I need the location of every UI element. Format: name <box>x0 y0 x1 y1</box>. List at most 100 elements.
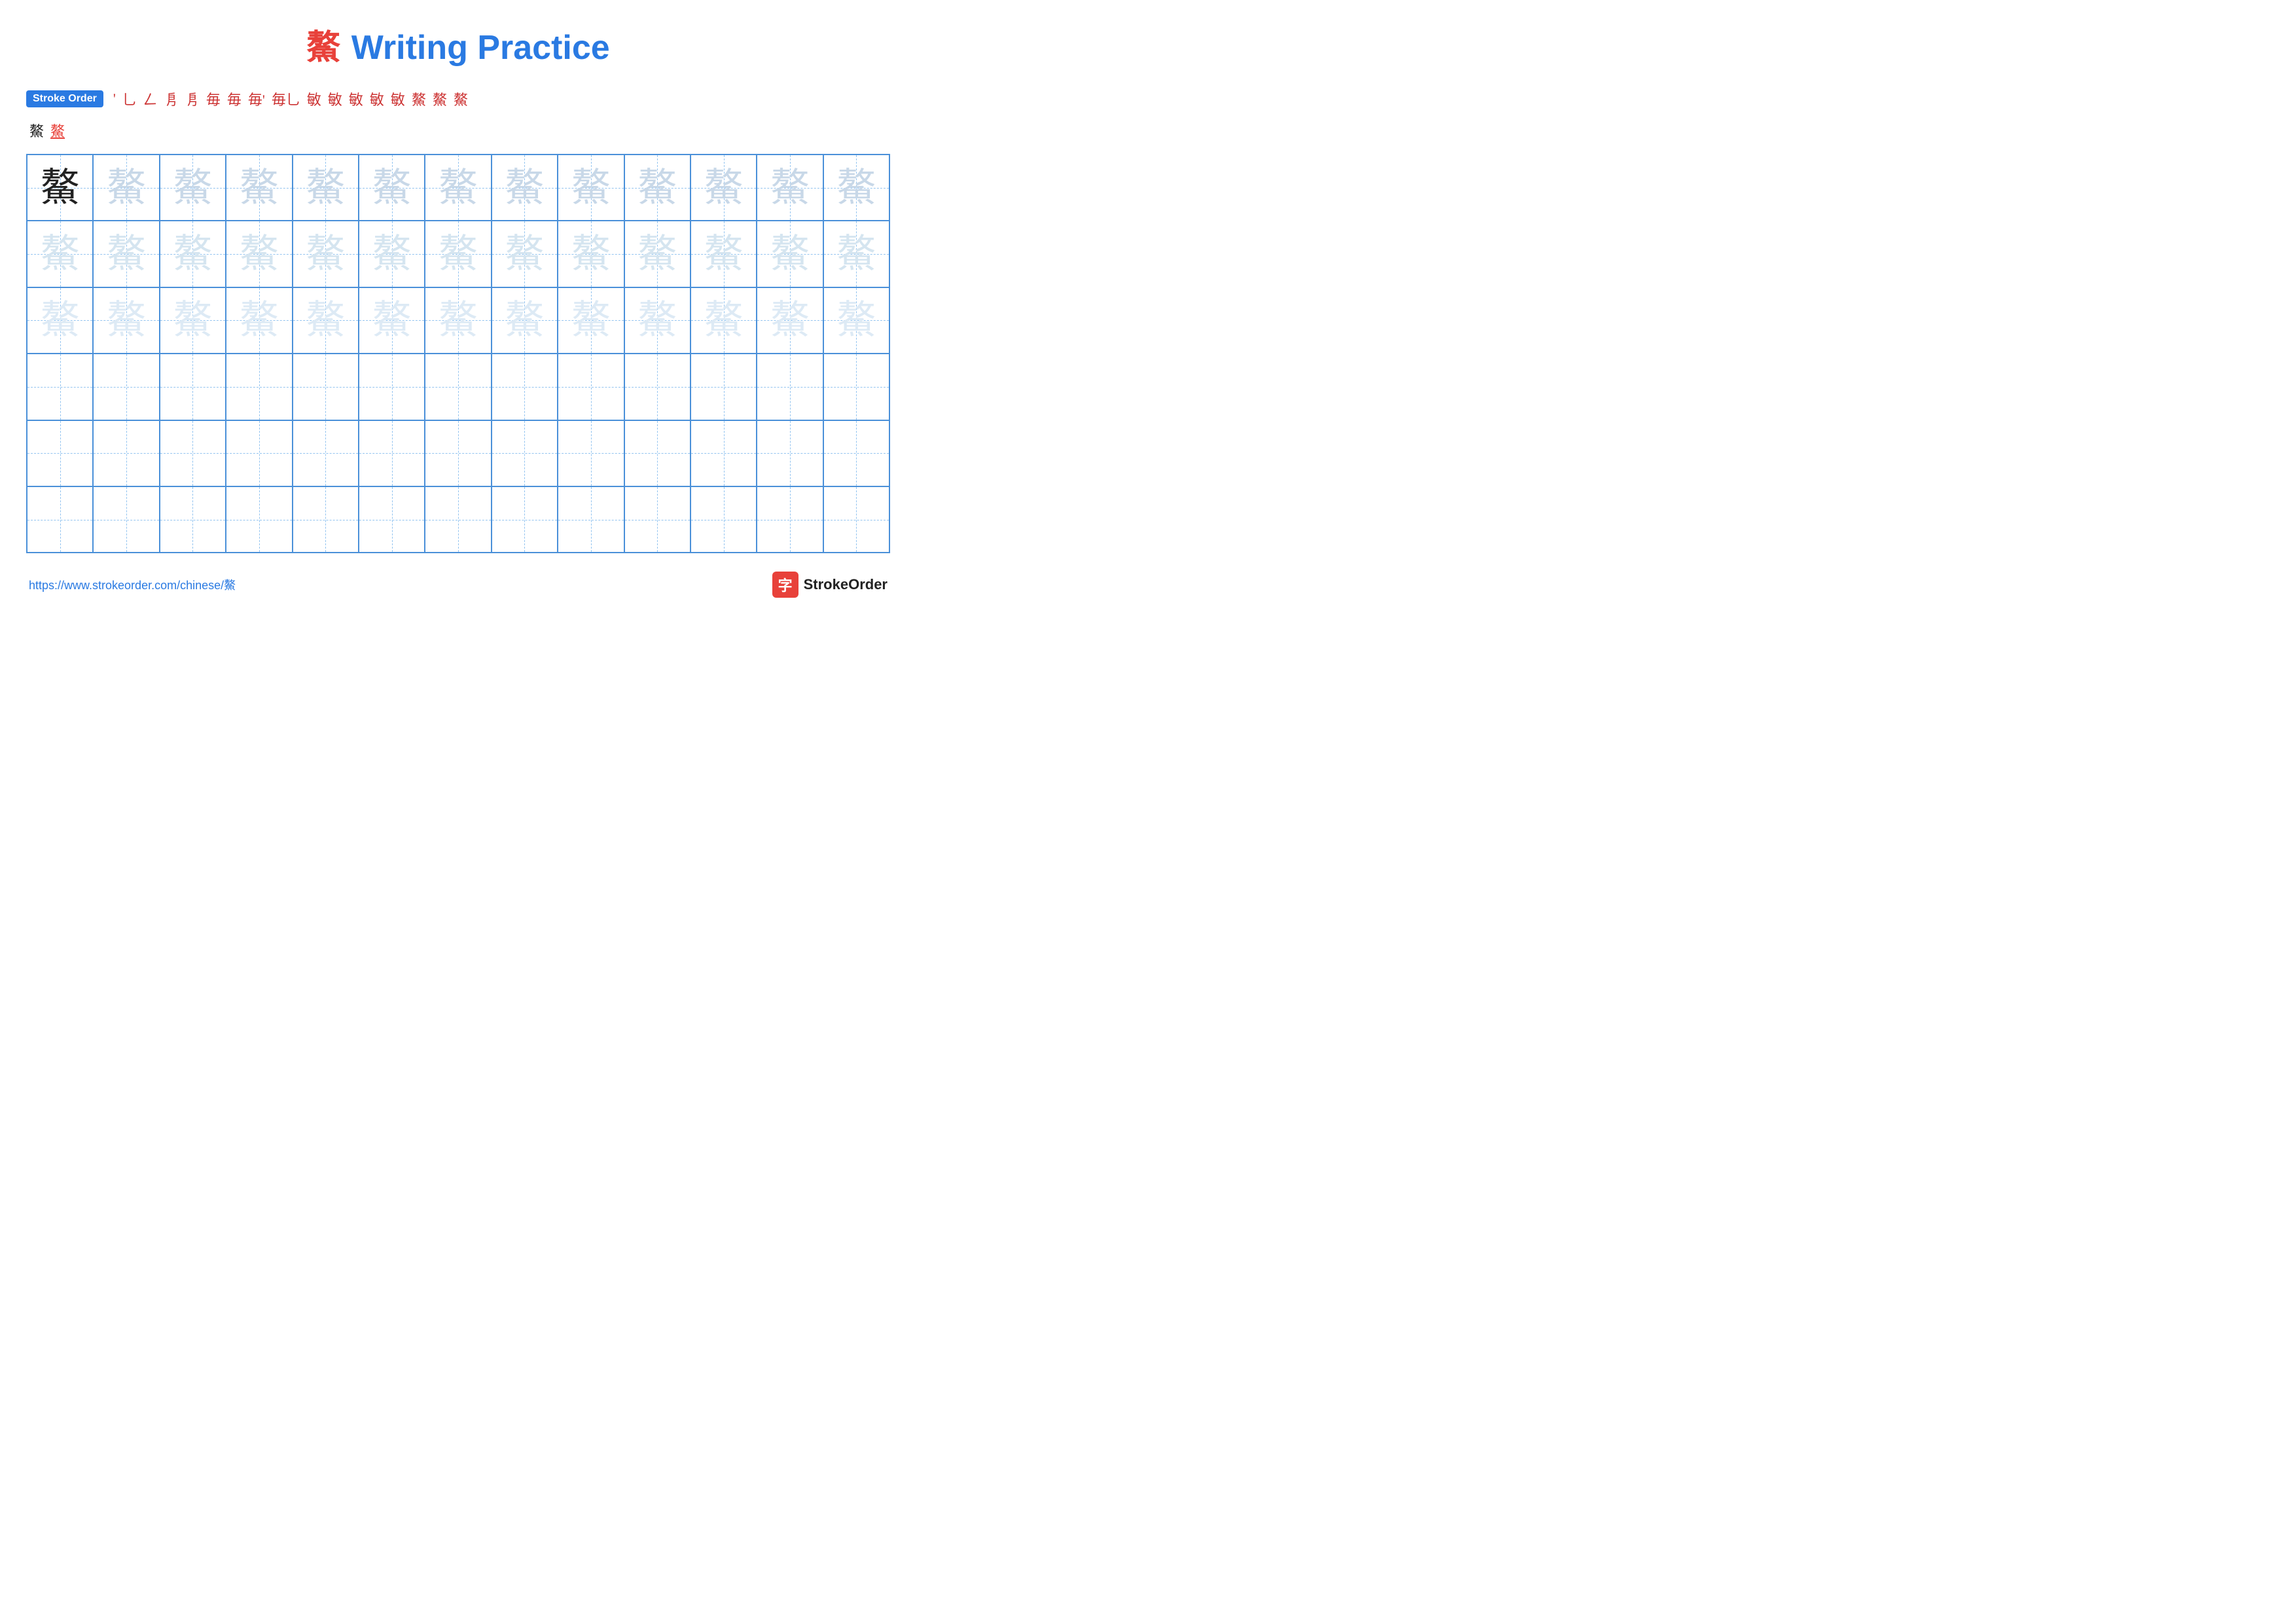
grid-cell-r5c5[interactable] <box>293 420 359 486</box>
grid-cell-r5c10[interactable] <box>624 420 691 486</box>
grid-cell-r6c4[interactable] <box>226 486 292 553</box>
grid-cell-r3c10: 鰲 <box>624 287 691 354</box>
footer-logo-icon: 字 <box>772 572 798 598</box>
grid-cell-r4c10[interactable] <box>624 354 691 420</box>
grid-cell-r6c5[interactable] <box>293 486 359 553</box>
grid-cell-r5c8[interactable] <box>492 420 558 486</box>
grid-cell-r1c13: 鰲 <box>823 155 889 221</box>
grid-cell-r2c11: 鰲 <box>691 221 757 287</box>
stroke-step-17: 鰲 <box>454 88 468 109</box>
grid-cell-r2c7: 鰲 <box>425 221 491 287</box>
grid-cell-r3c11: 鰲 <box>691 287 757 354</box>
grid-cell-r5c4[interactable] <box>226 420 292 486</box>
stroke-step-11: 敏 <box>328 88 342 109</box>
grid-cell-r6c2[interactable] <box>93 486 159 553</box>
grid-cell-r1c6: 鰲 <box>359 155 425 221</box>
grid-cell-r4c3[interactable] <box>160 354 226 420</box>
grid-cell-r3c5: 鰲 <box>293 287 359 354</box>
grid-cell-r5c13[interactable] <box>823 420 889 486</box>
grid-cell-r4c2[interactable] <box>93 354 159 420</box>
stroke-step-8: 毎' <box>248 88 265 109</box>
grid-cell-r6c3[interactable] <box>160 486 226 553</box>
grid-cell-r2c13: 鰲 <box>823 221 889 287</box>
stroke-step-10: 敏 <box>307 88 321 109</box>
stroke-step-16: 鰲 <box>433 88 447 109</box>
grid-cell-r6c6[interactable] <box>359 486 425 553</box>
grid-cell-r6c1[interactable] <box>27 486 93 553</box>
stroke-order-row1: Stroke Order ' ⺃ 𠃋 㐆 㐆 毎 毎 毎' 毎⺃ 敏 敏 敏 敏… <box>26 84 890 113</box>
stroke-step-18: 鰲 <box>29 120 44 141</box>
stroke-step-19: 鰲 <box>50 120 65 141</box>
grid-cell-r1c8: 鰲 <box>492 155 558 221</box>
grid-cell-r3c2: 鰲 <box>93 287 159 354</box>
grid-cell-r1c5: 鰲 <box>293 155 359 221</box>
grid-cell-r4c9[interactable] <box>558 354 624 420</box>
grid-cell-r6c13[interactable] <box>823 486 889 553</box>
stroke-step-4: 㐆 <box>164 88 179 109</box>
grid-cell-r6c8[interactable] <box>492 486 558 553</box>
grid-cell-r2c6: 鰲 <box>359 221 425 287</box>
grid-cell-r4c8[interactable] <box>492 354 558 420</box>
stroke-step-13: 敏 <box>370 88 384 109</box>
grid-cell-r5c7[interactable] <box>425 420 491 486</box>
stroke-step-7: 毎 <box>227 88 242 109</box>
grid-cell-r4c1[interactable] <box>27 354 93 420</box>
grid-cell-r6c9[interactable] <box>558 486 624 553</box>
grid-cell-r1c11: 鰲 <box>691 155 757 221</box>
grid-cell-r1c2: 鰲 <box>93 155 159 221</box>
grid-cell-r4c11[interactable] <box>691 354 757 420</box>
stroke-step-9: 毎⺃ <box>272 88 300 109</box>
grid-cell-r5c2[interactable] <box>93 420 159 486</box>
grid-cell-r6c11[interactable] <box>691 486 757 553</box>
grid-cell-r3c8: 鰲 <box>492 287 558 354</box>
title-char: 鰲 <box>306 29 340 67</box>
grid-cell-r4c4[interactable] <box>226 354 292 420</box>
grid-cell-r2c5: 鰲 <box>293 221 359 287</box>
grid-cell-r1c9: 鰲 <box>558 155 624 221</box>
grid-cell-r6c10[interactable] <box>624 486 691 553</box>
grid-cell-r3c12: 鰲 <box>757 287 823 354</box>
practice-grid: 鰲 鰲 鰲 鰲 鰲 鰲 鰲 鰲 鰲 鰲 鰲 鰲 鰲 鰲 鰲 鰲 鰲 <box>26 154 890 553</box>
grid-cell-r4c7[interactable] <box>425 354 491 420</box>
grid-cell-r5c12[interactable] <box>757 420 823 486</box>
grid-cell-r4c13[interactable] <box>823 354 889 420</box>
grid-cell-r6c12[interactable] <box>757 486 823 553</box>
footer-url[interactable]: https://www.strokeorder.com/chinese/鰲 <box>29 576 236 593</box>
stroke-step-15: 鰲 <box>412 88 426 109</box>
grid-cell-r1c7: 鰲 <box>425 155 491 221</box>
practice-char-light: 鰲 <box>107 168 146 208</box>
grid-cell-r2c4: 鰲 <box>226 221 292 287</box>
stroke-step-3: 𠃋 <box>143 88 158 109</box>
grid-cell-r3c9: 鰲 <box>558 287 624 354</box>
stroke-order-row2: 鰲 鰲 <box>26 120 890 141</box>
grid-cell-r6c7[interactable] <box>425 486 491 553</box>
grid-cell-r3c4: 鰲 <box>226 287 292 354</box>
grid-cell-r5c11[interactable] <box>691 420 757 486</box>
footer-logo-text: StrokeOrder <box>804 576 888 593</box>
stroke-step-5: 㐆 <box>185 88 200 109</box>
grid-cell-r2c1: 鰲 <box>27 221 93 287</box>
grid-cell-r3c13: 鰲 <box>823 287 889 354</box>
grid-cell-r5c9[interactable] <box>558 420 624 486</box>
grid-cell-r2c2: 鰲 <box>93 221 159 287</box>
title-text: Writing Practice <box>351 29 610 67</box>
grid-cell-r2c12: 鰲 <box>757 221 823 287</box>
grid-cell-r5c1[interactable] <box>27 420 93 486</box>
grid-cell-r2c9: 鰲 <box>558 221 624 287</box>
grid-cell-r5c6[interactable] <box>359 420 425 486</box>
stroke-step-6: 毎 <box>206 88 221 109</box>
grid-cell-r4c12[interactable] <box>757 354 823 420</box>
grid-cell-r2c10: 鰲 <box>624 221 691 287</box>
grid-cell-r3c1: 鰲 <box>27 287 93 354</box>
stroke-order-badge: Stroke Order <box>26 90 103 107</box>
grid-cell-r4c6[interactable] <box>359 354 425 420</box>
grid-cell-r5c3[interactable] <box>160 420 226 486</box>
grid-cell-r1c4: 鰲 <box>226 155 292 221</box>
grid-cell-r3c7: 鰲 <box>425 287 491 354</box>
grid-cell-r1c3: 鰲 <box>160 155 226 221</box>
grid-cell-r1c12: 鰲 <box>757 155 823 221</box>
stroke-step-2: ⺃ <box>122 88 137 109</box>
stroke-step-14: 敏 <box>391 88 405 109</box>
footer-logo: 字 StrokeOrder <box>772 572 888 598</box>
grid-cell-r4c5[interactable] <box>293 354 359 420</box>
